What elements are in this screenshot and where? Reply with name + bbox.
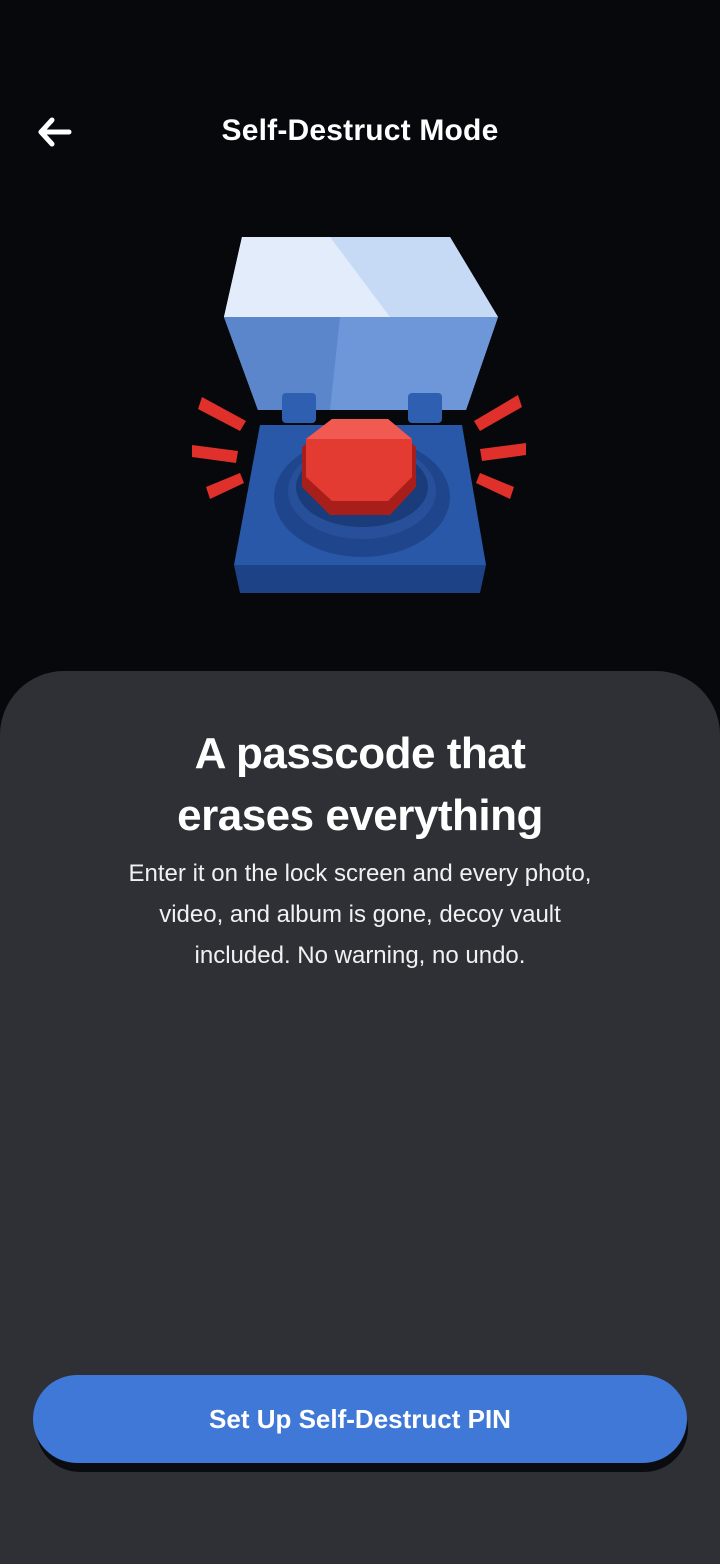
header: Self-Destruct Mode (0, 96, 720, 168)
red-button-box-illustration (180, 225, 540, 605)
headline-line-1: A passcode that (194, 729, 526, 778)
headline: A passcode that erases everything (40, 723, 680, 847)
description-line-2: video, and album is gone, decoy vault (159, 901, 561, 928)
self-destruct-screen: Self-Destruct Mode A passcode that erase… (0, 0, 720, 1564)
info-sheet: A passcode that erases everything Enter … (0, 671, 720, 1564)
description-line-1: Enter it on the lock screen and every ph… (128, 860, 592, 887)
page-title: Self-Destruct Mode (221, 114, 499, 147)
headline-line-2: erases everything (177, 791, 543, 840)
setup-pin-button[interactable]: Set Up Self-Destruct PIN (33, 1375, 687, 1463)
description: Enter it on the lock screen and every ph… (60, 853, 660, 976)
description-line-3: included. No warning, no undo. (194, 942, 526, 969)
